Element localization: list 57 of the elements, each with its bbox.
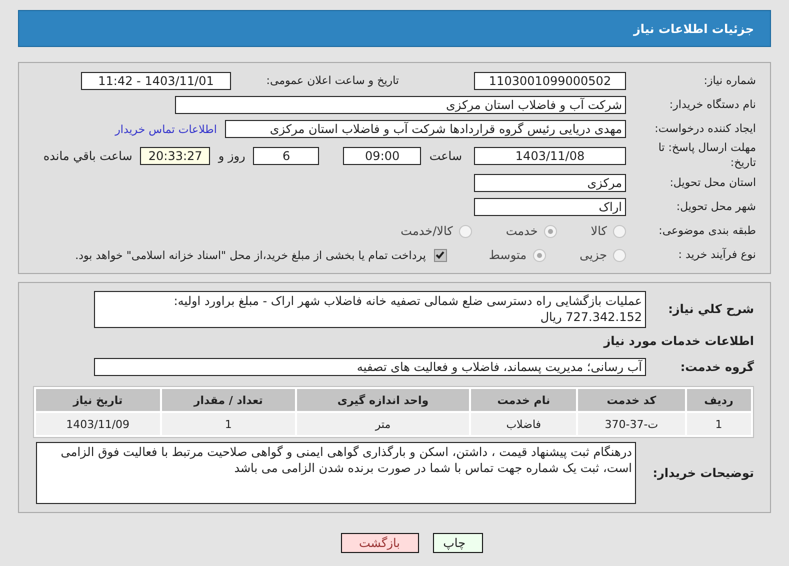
field-label: نام دستگاه خریدار: (668, 98, 756, 112)
table-cell: 1 (686, 413, 751, 436)
table-cell: ت-37-370 (578, 413, 685, 436)
radio-button[interactable] (458, 224, 472, 238)
page-title: جزئیات اطلاعات نیاز (18, 10, 771, 47)
table-cell: فاضلاب (470, 413, 576, 436)
column-header: کد خدمت (578, 389, 685, 412)
text-field[interactable]: 1403/11/08 (474, 147, 626, 165)
back-button[interactable]: بازگشت (340, 533, 418, 554)
table-cell: 1403/11/09 (36, 413, 160, 436)
checkbox[interactable] (434, 248, 447, 262)
text-field[interactable]: 6 (253, 147, 320, 165)
field-label: ایجاد کننده درخواست: (654, 122, 756, 136)
days-label: روز و (218, 149, 246, 163)
remaining-label: ساعت باقي مانده (43, 149, 132, 163)
radio-label: متوسط (488, 248, 527, 262)
radio-label: کالا (590, 224, 607, 238)
field-label: تاریخ و ساعت اعلان عمومی: (265, 74, 399, 88)
text-field[interactable]: 09:00 (343, 147, 422, 165)
column-header: تاریخ نیاز (36, 389, 160, 412)
radio-label: جزیی (580, 248, 607, 262)
column-header: نام خدمت (470, 389, 576, 412)
radio-label: کالا/خدمت (400, 224, 453, 238)
column-header: واحد اندازه گیری (297, 389, 469, 412)
column-header: تعداد / مقدار (162, 389, 296, 412)
field-label: شماره نیاز: (702, 74, 756, 88)
treasury-note: پرداخت تمام یا بخشی از مبلغ خرید،از محل "اسناد خزانه اسلامی" خواهد بود. (75, 248, 426, 262)
field-label: شهر محل تحویل: (675, 200, 756, 214)
text-field[interactable]: 1403/11/01 - 11:42 (81, 72, 231, 90)
radio-button[interactable] (613, 224, 626, 238)
section-heading: اطلاعات خدمات مورد نیاز (604, 334, 754, 348)
field-label: گروه خدمت: (679, 359, 754, 376)
text-field[interactable]: شرکت آب و فاضلاب استان مرکزی (175, 96, 626, 114)
buyer-contact-link[interactable]: اطلاعات تماس خریدار (115, 122, 217, 136)
radio-button[interactable] (532, 248, 546, 262)
field-label: استان محل تحویل: (668, 176, 756, 190)
text-field[interactable]: 1103001099000502 (474, 72, 626, 90)
buyer-notes-field[interactable]: درهنگام ثبت پیشنهاد قیمت ، داشتن، اسکن و بارگذاری گواهی ایمنی و گواهی صلاحیت مرتبط با فعالیت فوق الزامی است، ثبت یک شماره جهت تماس با شما در صورت برنده شدن الزامی می باشد (36, 442, 636, 504)
radio-button[interactable] (544, 224, 557, 238)
text-field[interactable]: 20:33:27 (140, 147, 210, 165)
radio-button[interactable] (613, 248, 626, 262)
text-field[interactable]: مرکزی (474, 174, 626, 192)
time-label: ساعت (429, 149, 462, 163)
field-label: مهلت ارسال پاسخ: تا تاریخ: (657, 141, 756, 171)
radio-label: خدمت (506, 224, 538, 238)
print-button[interactable]: چاپ (432, 533, 482, 554)
text-field[interactable]: اراک (474, 198, 626, 216)
field-label: شرح کلي نیاز: (667, 301, 754, 318)
field-label: طبقه بندی موضوعی: (658, 224, 756, 238)
table-cell: 1 (162, 413, 296, 436)
field-label: نوع فرآیند خرید : (677, 248, 756, 262)
text-field[interactable]: آب رسانی؛ مدیریت پسماند، فاضلاب و فعالیت های تصفیه (94, 358, 646, 376)
field-label: توضیحات خریدار: (652, 465, 754, 482)
text-field[interactable]: مهدی دریایی رئیس گروه قراردادها شرکت آب و فاضلاب استان مرکزی (225, 120, 626, 138)
column-header: ردیف (686, 389, 751, 412)
description-field[interactable]: عملیات بازگشایی راه دسترسی ضلع شمالی تصفیه خانه فاضلاب شهر اراک - مبلغ براورد اولیه: 727.342.152 ریال (94, 291, 646, 328)
table-cell: متر (297, 413, 469, 436)
